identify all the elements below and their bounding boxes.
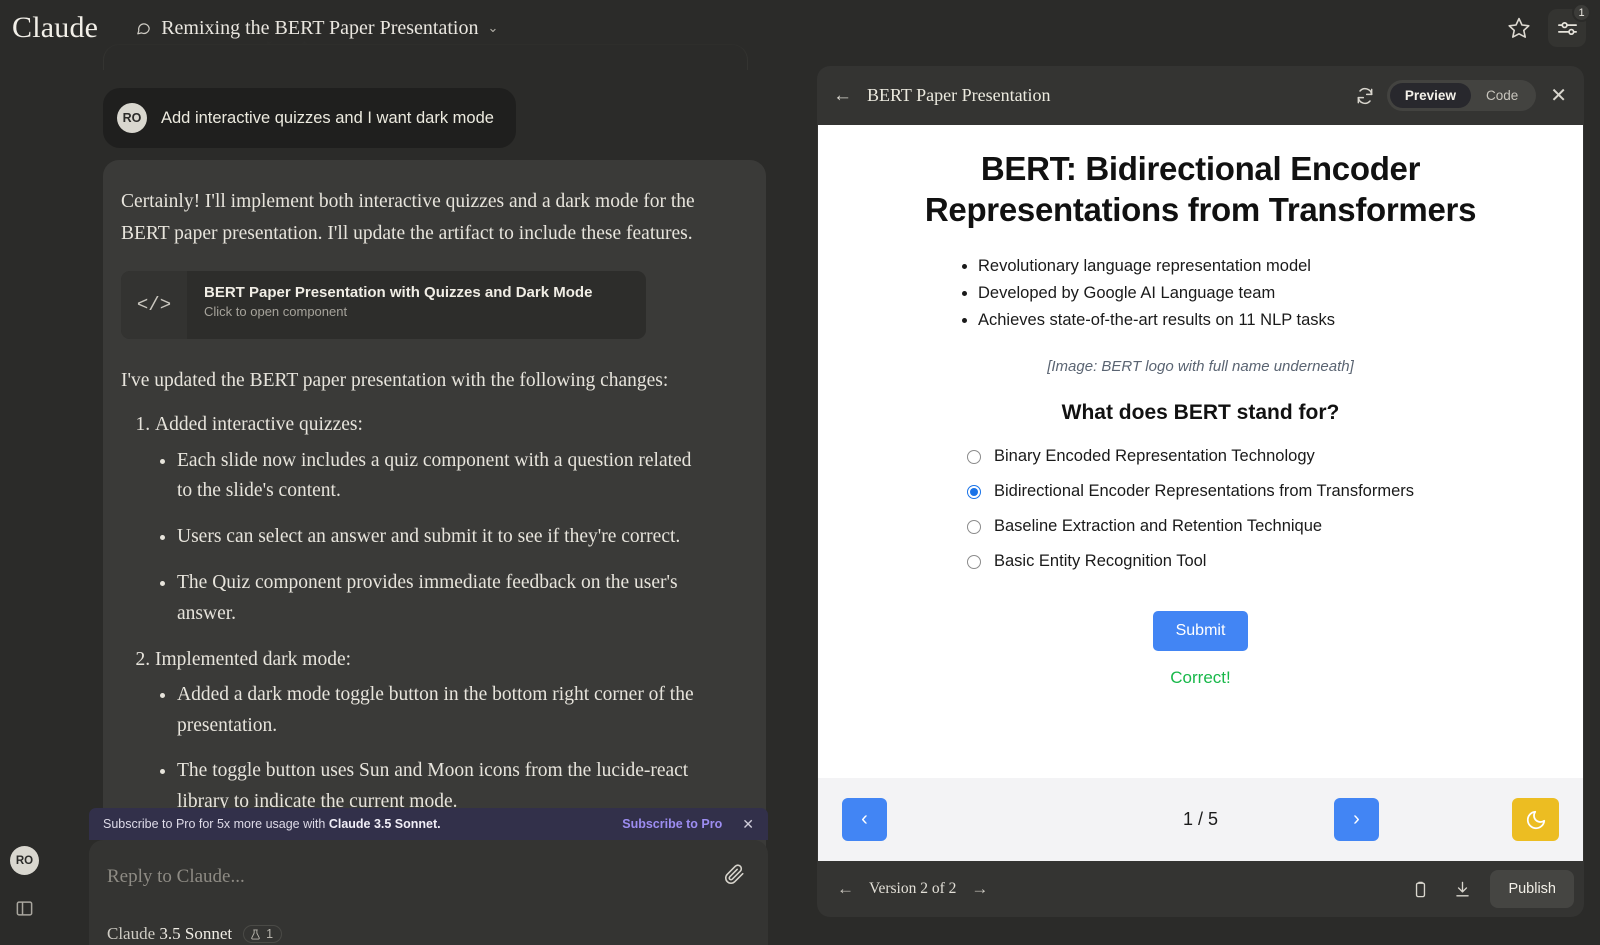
submit-button[interactable]: Submit	[1152, 611, 1249, 652]
assistant-intro-paragraph: Certainly! I'll implement both interacti…	[121, 191, 695, 244]
version-label: Version 2 of 2	[869, 880, 957, 897]
quiz-options: Binary Encoded Representation Technology…	[967, 447, 1549, 587]
conversation-title: Remixing the BERT Paper Presentation	[161, 16, 479, 39]
tab-preview[interactable]: Preview	[1389, 83, 1471, 108]
flask-icon	[251, 928, 260, 940]
list-item: Users can select an answer and submit it…	[177, 522, 697, 553]
quiz-option-label: Baseline Extraction and Retention Techni…	[994, 517, 1323, 536]
user-message-bubble: RO Add interactive quizzes and I want da…	[103, 88, 516, 148]
preview-code-toggle: Preview Code	[1386, 80, 1537, 111]
quiz-option[interactable]: Binary Encoded Representation Technology	[967, 447, 1549, 466]
subscribe-banner: Subscribe to Pro for 5x more usage with …	[89, 808, 768, 840]
moon-icon	[1526, 810, 1545, 829]
slide-image-placeholder-note: [Image: BERT logo with full name underne…	[1047, 358, 1354, 376]
artifact-preview-card[interactable]: </> BERT Paper Presentation with Quizzes…	[121, 271, 646, 340]
slide-navigation: ‹ 1 / 5 ›	[818, 778, 1583, 861]
tab-code[interactable]: Code	[1471, 83, 1533, 108]
subscribe-banner-prefix: Subscribe to Pro for 5x more usage with	[103, 817, 329, 831]
model-prefix: Claude	[107, 924, 160, 943]
list-item: Revolutionary language representation mo…	[978, 253, 1549, 280]
artifact-card-subtitle: Click to open component	[204, 304, 348, 320]
download-icon[interactable]	[1444, 871, 1480, 907]
list-item: Achieves state-of-the-art results on 11 …	[978, 307, 1549, 334]
panel-left-icon[interactable]	[11, 895, 37, 921]
message-composer[interactable]: Reply to Claude... Claude 3.5 Sonnet 1	[89, 840, 768, 945]
chat-column: RO Add interactive quizzes and I want da…	[0, 0, 800, 945]
changes-sublist: Each slide now includes a quiz component…	[177, 446, 738, 630]
top-bar-actions: 1	[1500, 3, 1591, 47]
paperclip-icon[interactable]	[716, 856, 752, 892]
radio-icon[interactable]	[967, 449, 981, 464]
conversation-title-menu[interactable]: Remixing the BERT Paper Presentation ⌄	[135, 17, 498, 40]
arrow-left-icon[interactable]: ←	[833, 85, 852, 107]
artifact-card-title: BERT Paper Presentation with Quizzes and…	[204, 284, 593, 302]
quiz-option-label: Basic Entity Recognition Tool	[994, 552, 1207, 571]
code-icon: </>	[121, 271, 187, 340]
changes-lead-paragraph: I've updated the BERT paper presentation…	[121, 370, 669, 392]
close-icon[interactable]: ✕	[742, 816, 754, 833]
star-icon[interactable]	[1500, 9, 1538, 47]
next-slide-button[interactable]: ›	[1334, 798, 1379, 841]
flask-chip[interactable]: 1	[243, 925, 283, 943]
artifact-header-actions: Preview Code ✕	[1355, 80, 1567, 111]
radio-icon[interactable]	[967, 519, 981, 534]
list-item: Each slide now includes a quiz component…	[177, 446, 697, 508]
quiz-option-label: Bidirectional Encoder Representations fr…	[994, 482, 1415, 501]
settings-badge: 1	[1572, 3, 1591, 22]
slide-title: BERT: Bidirectional Encoder Representati…	[924, 150, 1477, 228]
quiz-question: What does BERT stand for?	[1061, 401, 1340, 425]
radio-icon-selected[interactable]	[967, 484, 981, 499]
model-name-label: Claude 3.5 Sonnet	[107, 924, 232, 944]
artifact-card-meta: BERT Paper Presentation with Quizzes and…	[187, 271, 592, 339]
slide-preview: BERT: Bidirectional Encoder Representati…	[818, 125, 1583, 861]
quiz-option[interactable]: Bidirectional Encoder Representations fr…	[967, 482, 1549, 501]
top-bar: Claude Remixing the BERT Paper Presentat…	[0, 0, 1600, 56]
user-avatar: RO	[117, 103, 147, 133]
account-avatar[interactable]: RO	[10, 846, 39, 875]
close-icon[interactable]: ✕	[1550, 83, 1567, 108]
next-version-button[interactable]: →	[971, 879, 988, 899]
radio-icon[interactable]	[967, 554, 981, 569]
clipboard-icon[interactable]	[1402, 871, 1438, 907]
chevron-down-icon[interactable]: ⌄	[487, 20, 498, 36]
quiz-option[interactable]: Basic Entity Recognition Tool	[967, 552, 1549, 571]
model-version: 3.5 Sonnet	[159, 924, 233, 943]
changes-group: Added interactive quizzes: Each slide no…	[155, 410, 738, 629]
user-message-row: RO Add interactive quizzes and I want da…	[103, 88, 516, 148]
flask-count: 1	[266, 927, 274, 941]
artifact-footer: ← Version 2 of 2 → Publish	[817, 861, 1584, 917]
changes-group-label: Implemented dark mode:	[155, 648, 352, 670]
list-item: Added a dark mode toggle button in the b…	[177, 680, 697, 742]
list-item: Developed by Google AI Language team	[978, 280, 1549, 307]
claude-artifact-workspace: Which one would you prefer me to work on…	[0, 0, 1600, 945]
previous-version-button[interactable]: ←	[837, 879, 854, 899]
artifact-panel: ← BERT Paper Presentation Preview Code ✕…	[817, 66, 1584, 917]
settings-button-wrap: 1	[1548, 3, 1591, 47]
brand-logo[interactable]: Claude	[12, 13, 98, 43]
quiz-feedback: Correct!	[1170, 668, 1231, 688]
model-selector[interactable]: Claude 3.5 Sonnet 1	[107, 924, 283, 944]
artifact-title: BERT Paper Presentation	[867, 85, 1051, 105]
subscribe-banner-text: Subscribe to Pro for 5x more usage with …	[103, 817, 441, 831]
chat-bubble-icon	[137, 22, 150, 34]
dark-mode-toggle-button[interactable]	[1512, 798, 1559, 841]
artifact-header: ← BERT Paper Presentation Preview Code ✕	[817, 66, 1584, 125]
quiz-option[interactable]: Baseline Extraction and Retention Techni…	[967, 517, 1549, 536]
reply-input-placeholder[interactable]: Reply to Claude...	[107, 866, 245, 888]
publish-button[interactable]: Publish	[1490, 870, 1574, 908]
subscribe-to-pro-link[interactable]: Subscribe to Pro	[622, 817, 722, 831]
slide-body: BERT: Bidirectional Encoder Representati…	[818, 125, 1583, 778]
subscribe-banner-model: Claude 3.5 Sonnet.	[328, 817, 441, 831]
slide-bullet-list: Revolutionary language representation mo…	[978, 253, 1549, 335]
prev-slide-button[interactable]: ‹	[842, 798, 887, 841]
artifact-footer-actions: Publish	[1402, 870, 1574, 908]
changes-group-label: Added interactive quizzes:	[155, 414, 363, 436]
slide-counter: 1 / 5	[1182, 809, 1219, 829]
refresh-icon[interactable]	[1355, 86, 1375, 106]
quiz-option-label: Binary Encoded Representation Technology	[994, 447, 1315, 466]
list-item: The Quiz component provides immediate fe…	[177, 568, 697, 630]
submit-row: Submit	[852, 611, 1549, 652]
user-message-text: Add interactive quizzes and I want dark …	[161, 108, 494, 127]
